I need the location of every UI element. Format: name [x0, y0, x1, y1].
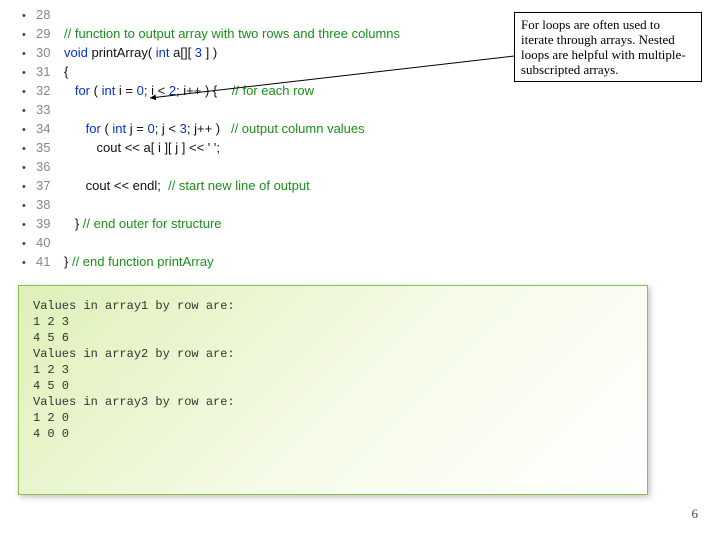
line-number: 34 [36, 120, 64, 138]
bullet: • [22, 197, 36, 215]
code-line: •41} // end function printArray [22, 253, 720, 272]
bullet: • [22, 45, 36, 63]
code-text: for ( int j = 0; j < 3; j++ ) // output … [64, 120, 365, 138]
line-number: 32 [36, 82, 64, 100]
line-number: 37 [36, 177, 64, 195]
line-number: 28 [36, 6, 64, 24]
callout-box: For loops are often used to iterate thro… [514, 12, 702, 82]
bullet: • [22, 102, 36, 120]
bullet: • [22, 121, 36, 139]
code-text: void printArray( int a[][ 3 ] ) [64, 44, 217, 62]
program-output: Values in array1 by row are: 1 2 3 4 5 6… [18, 285, 648, 495]
code-line: •36 [22, 158, 720, 177]
bullet: • [22, 254, 36, 272]
line-number: 36 [36, 158, 64, 176]
line-number: 33 [36, 101, 64, 119]
code-text: } // end outer for structure [64, 215, 222, 233]
code-text: cout << a[ i ][ j ] << ' '; [64, 139, 220, 157]
code-line: •39 } // end outer for structure [22, 215, 720, 234]
line-number: 35 [36, 139, 64, 157]
line-number: 31 [36, 63, 64, 81]
code-text: { [64, 63, 68, 81]
bullet: • [22, 83, 36, 101]
bullet: • [22, 26, 36, 44]
code-line: •37 cout << endl; // start new line of o… [22, 177, 720, 196]
bullet: • [22, 235, 36, 253]
bullet: • [22, 216, 36, 234]
page-number: 6 [692, 506, 699, 522]
code-line: •35 cout << a[ i ][ j ] << ' '; [22, 139, 720, 158]
code-line: •34 for ( int j = 0; j < 3; j++ ) // out… [22, 120, 720, 139]
bullet: • [22, 159, 36, 177]
line-number: 29 [36, 25, 64, 43]
bullet: • [22, 140, 36, 158]
bullet: • [22, 7, 36, 25]
callout-text: For loops are often used to iterate thro… [521, 17, 686, 77]
line-number: 30 [36, 44, 64, 62]
code-text: } // end function printArray [64, 253, 214, 271]
code-text: for ( int i = 0; i < 2; i++ ) { // for e… [64, 82, 314, 100]
bullet: • [22, 64, 36, 82]
code-text: // function to output array with two row… [64, 25, 400, 43]
code-line: •38 [22, 196, 720, 215]
code-line: •33 [22, 101, 720, 120]
line-number: 40 [36, 234, 64, 252]
bullet: • [22, 178, 36, 196]
line-number: 39 [36, 215, 64, 233]
line-number: 41 [36, 253, 64, 271]
code-line: •40 [22, 234, 720, 253]
code-text: cout << endl; // start new line of outpu… [64, 177, 310, 195]
line-number: 38 [36, 196, 64, 214]
code-line: •32 for ( int i = 0; i < 2; i++ ) { // f… [22, 82, 720, 101]
